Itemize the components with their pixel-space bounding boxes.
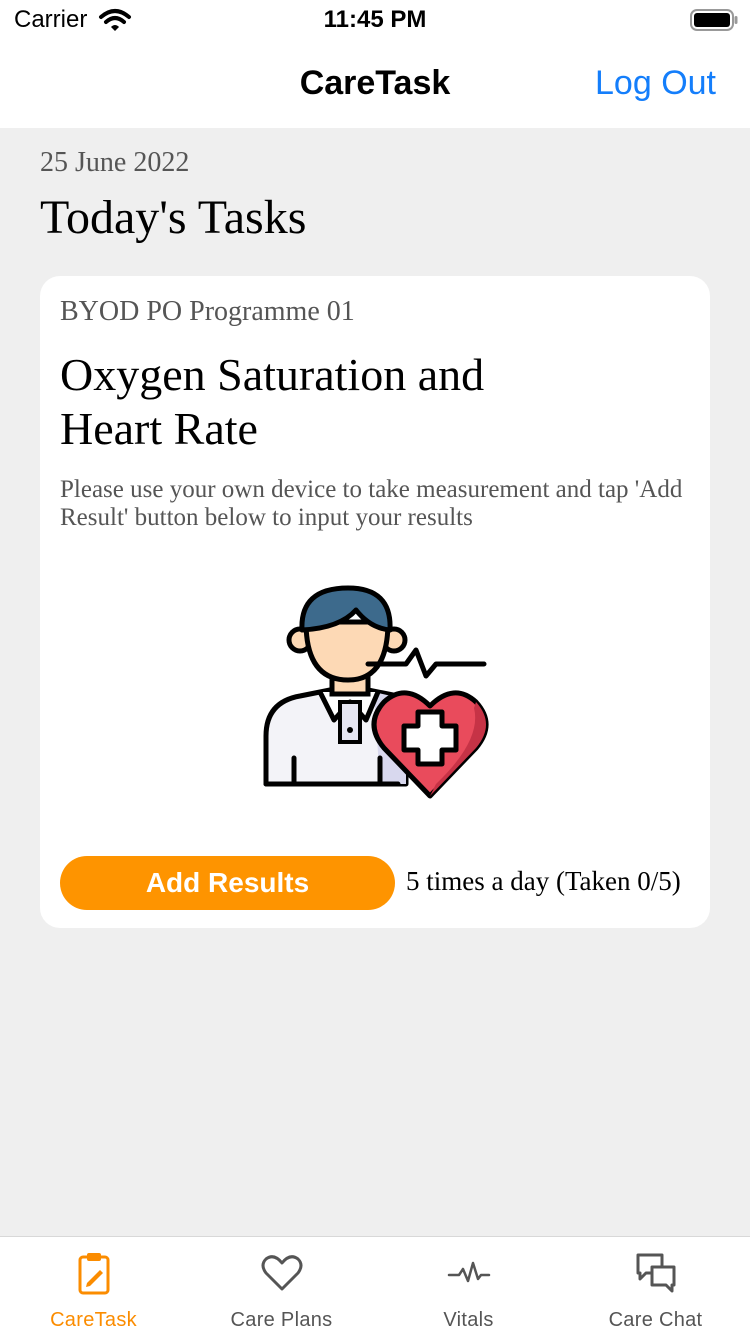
logout-button[interactable]: Log Out: [595, 64, 716, 103]
nav-bar: CareTask Log Out: [0, 40, 750, 128]
frequency-label: 5 times a day (Taken 0/5): [406, 866, 681, 896]
tab-bar: CareTask Care Plans Vitals Care Chat: [0, 1236, 750, 1334]
chat-icon: [636, 1253, 675, 1293]
date-label: 25 June 2022: [40, 147, 190, 178]
task-card: BYOD PO Programme 01 Oxygen Saturation a…: [40, 276, 710, 928]
tab-label: Vitals: [443, 1309, 494, 1331]
tab-care-chat[interactable]: Care Chat: [562, 1237, 749, 1334]
pulse-icon: [447, 1261, 490, 1283]
status-bar: Carrier 11:45 PM: [0, 0, 750, 40]
patient-heart-icon: [263, 585, 489, 799]
programme-label: BYOD PO Programme 01: [60, 296, 355, 327]
tab-caretask[interactable]: CareTask: [0, 1237, 187, 1334]
task-title: Oxygen Saturation and Heart Rate: [60, 349, 485, 454]
task-description: Please use your own device to take measu…: [60, 476, 683, 531]
tab-label: CareTask: [50, 1309, 137, 1331]
tab-label: Care Plans: [230, 1309, 333, 1331]
add-results-button[interactable]: Add Results: [60, 856, 395, 910]
tab-label: Care Chat: [608, 1309, 703, 1331]
heart-icon: [261, 1255, 302, 1291]
page-title: Today's Tasks: [40, 191, 307, 244]
battery-icon: [690, 9, 738, 31]
clock: 11:45 PM: [323, 6, 427, 33]
tab-care-plans[interactable]: Care Plans: [188, 1237, 375, 1334]
tab-vitals[interactable]: Vitals: [375, 1237, 562, 1334]
clipboard-icon: [78, 1253, 109, 1295]
